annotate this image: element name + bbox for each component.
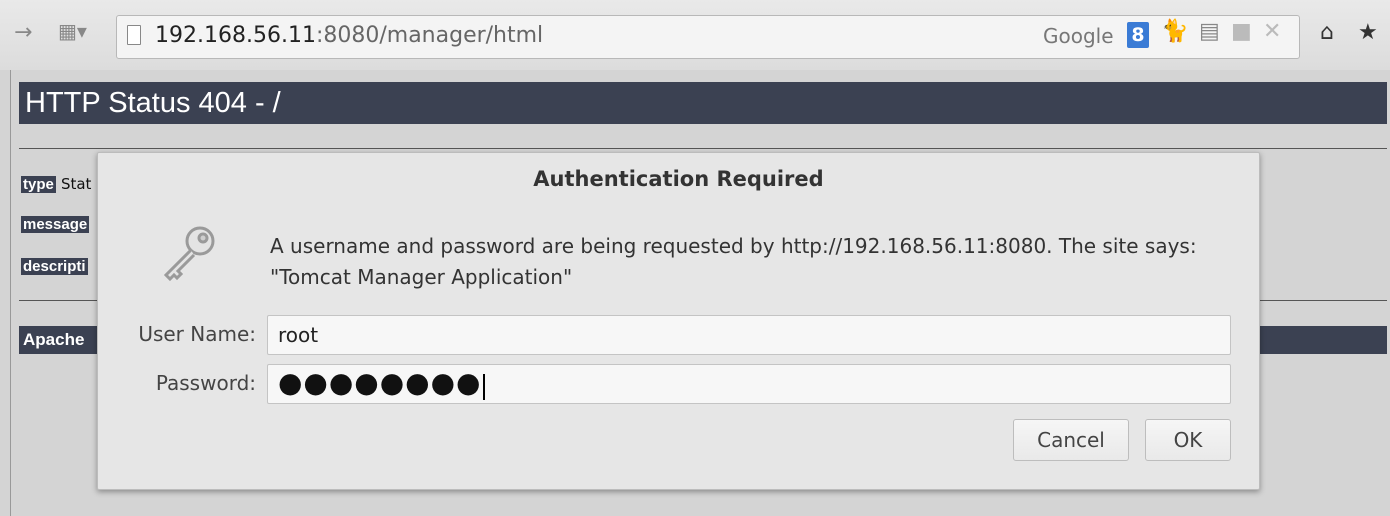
page-heading: HTTP Status 404 - / [19,82,1387,124]
browser-toolbar: → ▦▾ 192.168.56.11:8080/manager/html Goo… [0,0,1390,70]
password-field[interactable]: ●●●●●●●● [267,364,1231,404]
type-label: type [21,176,56,193]
password-label: Password: [155,371,256,395]
cancel-button[interactable]: Cancel [1013,419,1129,461]
type-value: Stat [60,175,92,193]
google-search-icon[interactable]: 8 [1127,22,1149,48]
divider [19,148,1387,149]
username-value: root [278,323,319,347]
bookmark-star-icon[interactable]: ★ [1358,22,1378,44]
url-path: :8080/manager/html [315,23,544,48]
url-text[interactable]: 192.168.56.11:8080/manager/html [155,23,543,48]
username-label: User Name: [138,322,256,346]
message-label: message [21,216,90,233]
page-icon [127,25,141,45]
ok-button[interactable]: OK [1145,419,1231,461]
stop-icon[interactable]: ■ [1231,21,1252,43]
tomcat-extension-icon[interactable]: 🐈 [1161,21,1188,43]
url-bar[interactable]: 192.168.56.11:8080/manager/html Google 8… [116,15,1300,59]
close-icon[interactable]: ✕ [1263,21,1281,43]
description-label: descripti [21,258,88,275]
dialog-message: A username and password are being reques… [270,234,1197,289]
username-field[interactable]: root [267,315,1231,355]
forward-arrow-icon[interactable]: → [14,22,32,44]
password-mask: ●●●●●●●● [278,366,482,399]
text-caret [483,373,486,400]
key-icon [163,226,215,282]
search-engine-label[interactable]: Google [1043,24,1114,48]
dialog-title: Authentication Required [533,167,824,191]
home-icon[interactable]: ⌂ [1320,22,1334,44]
speed-dial-icon[interactable]: ▦▾ [58,21,87,41]
auth-dialog: Authentication Required A username and p… [97,152,1260,490]
type-row: type Stat [21,174,91,193]
url-host: 192.168.56.11 [155,23,316,48]
server-extension-icon[interactable]: ▤ [1199,21,1220,43]
